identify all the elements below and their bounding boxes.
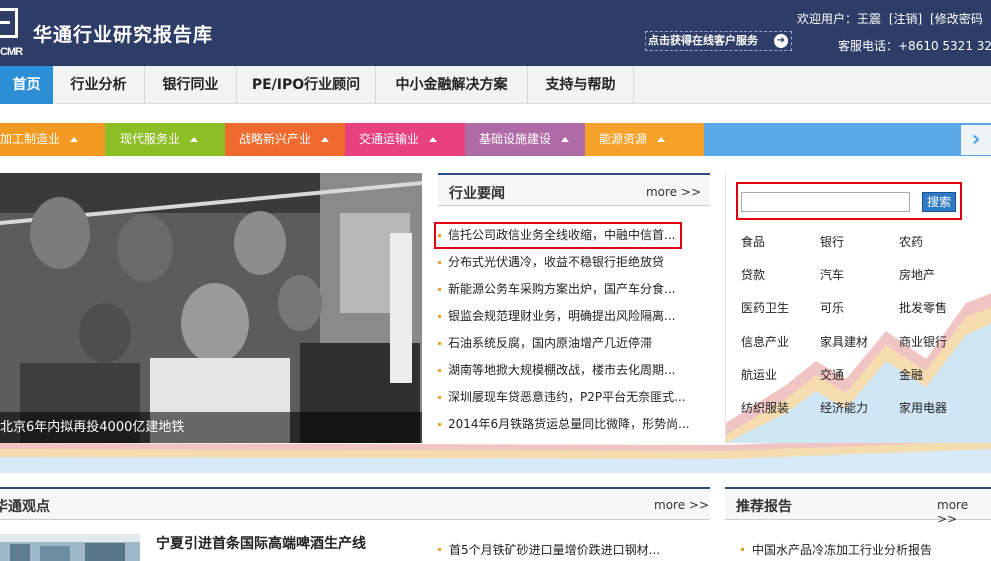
viewpoint-list-item[interactable]: 首5个月铁矿砂进口量增价跌进口钢材... xyxy=(438,541,660,558)
tag-link[interactable]: 商业银行 xyxy=(899,333,947,350)
service-phone: 客服电话：+8610 5321 325 xyxy=(838,39,991,53)
triangle-up-icon xyxy=(657,137,666,142)
nav-bank-peers[interactable]: 银行同业 xyxy=(145,66,237,104)
photo-caption[interactable]: 北京6年内拟再投4000亿建地铁 xyxy=(0,412,422,443)
news-item[interactable]: 湖南等地掀大规模棚改战，楼市去化周期... xyxy=(438,357,710,384)
category-services[interactable]: 现代服务业 xyxy=(105,123,225,156)
triangle-up-icon xyxy=(429,137,438,142)
news-item[interactable]: 新能源公务车采购方案出炉，国产车分食... xyxy=(438,276,710,303)
welcome-user: 欢迎用户：王震 xyxy=(797,12,882,26)
category-label: 战略新兴产业 xyxy=(239,132,312,146)
online-service-label: 点击获得在线客户服务 xyxy=(648,34,758,47)
logo-mark-icon xyxy=(0,8,18,38)
featured-photo[interactable] xyxy=(0,173,422,443)
triangle-up-icon xyxy=(321,137,330,142)
brewery-image xyxy=(0,534,140,561)
tag-link[interactable]: 家用电器 xyxy=(899,399,947,416)
search-button[interactable]: 搜索 xyxy=(922,192,956,212)
viewpoint-feature-title[interactable]: 宁夏引进首条国际高端啤酒生产线 xyxy=(156,533,366,553)
news-item[interactable]: 银监会规范理财业务，明确提出风险隔离... xyxy=(438,303,710,330)
news-title: 行业要闻 xyxy=(449,186,505,202)
online-service-button[interactable]: 点击获得在线客户服务 ➜ xyxy=(645,31,792,51)
news-item[interactable]: 石油系统反腐，国内原油增产几近停滞 xyxy=(438,330,710,357)
tag-link[interactable]: 农药 xyxy=(899,233,923,250)
tag-link[interactable]: 批发零售 xyxy=(899,299,947,316)
category-label: 交通运输业 xyxy=(359,132,420,146)
tag-link[interactable]: 航运业 xyxy=(741,366,777,383)
news-item[interactable]: 分布式光伏遇冷，收益不稳银行拒绝放贷 xyxy=(438,249,710,276)
ribbon-graphic xyxy=(0,443,991,473)
nav-pe-ipo[interactable]: PE/IPO行业顾问 xyxy=(237,66,376,104)
tag-link[interactable]: 银行 xyxy=(820,233,844,250)
site-logo[interactable]: CMR xyxy=(0,6,24,60)
nav-sme-finance[interactable]: 中小金融解决方案 xyxy=(376,66,528,104)
category-label: 加工制造业 xyxy=(0,132,61,146)
news-more-link[interactable]: more >> xyxy=(646,185,701,199)
category-label: 基础设施建设 xyxy=(479,132,552,146)
nav-support[interactable]: 支持与帮助 xyxy=(528,66,634,104)
nav-industry-analysis[interactable]: 行业分析 xyxy=(53,66,145,104)
recommend-list-item[interactable]: 中国水产品冷冻加工行业分析报告 xyxy=(741,541,932,558)
category-emerging[interactable]: 战略新兴产业 xyxy=(225,123,345,156)
tag-link[interactable]: 信息产业 xyxy=(741,333,789,350)
viewpoint-title: 华通观点 xyxy=(0,499,50,515)
triangle-up-icon xyxy=(190,137,199,142)
site-header: CMR 华通行业研究报告库 欢迎用户：王震 [注销] [修改密码 点击获得在线客… xyxy=(0,0,991,66)
news-list: 信托公司政信业务全线收缩，中融中信首... 分布式光伏遇冷，收益不稳银行拒绝放贷… xyxy=(438,222,710,438)
arrow-right-icon: ➜ xyxy=(774,34,788,48)
category-label: 现代服务业 xyxy=(120,132,181,146)
tag-link[interactable]: 家具建材 xyxy=(820,333,868,350)
category-transport[interactable]: 交通运输业 xyxy=(345,123,465,156)
tag-link[interactable]: 房地产 xyxy=(899,266,935,283)
viewpoint-thumbnail[interactable] xyxy=(0,534,140,561)
news-item[interactable]: 深圳屡现车贷恶意违约，P2P平台无奈匪式... xyxy=(438,384,710,411)
tag-link[interactable]: 食品 xyxy=(741,233,765,250)
category-label: 能源资源 xyxy=(599,132,648,146)
category-next-arrow-icon[interactable]: › xyxy=(961,125,991,155)
triangle-up-icon xyxy=(70,137,79,142)
decorative-ribbon xyxy=(0,443,991,473)
news-header: 行业要闻 more >> xyxy=(438,173,710,206)
tag-link[interactable]: 贷款 xyxy=(741,266,765,283)
logout-link[interactable]: [注销] xyxy=(889,12,922,26)
triangle-up-icon xyxy=(561,137,570,142)
recommend-title: 推荐报告 xyxy=(736,499,792,515)
tag-link[interactable]: 可乐 xyxy=(820,299,844,316)
recommend-header: 推荐报告 more >> xyxy=(725,487,991,526)
subway-crowd-image xyxy=(0,173,422,443)
tag-link[interactable]: 经济能力 xyxy=(820,399,868,416)
main-nav: 首页 行业分析 银行同业 PE/IPO行业顾问 中小金融解决方案 支持与帮助 xyxy=(0,66,991,104)
user-bar: 欢迎用户：王震 [注销] [修改密码 xyxy=(797,10,987,27)
tag-link[interactable]: 金融 xyxy=(899,366,923,383)
nav-home[interactable]: 首页 xyxy=(0,66,53,104)
news-item[interactable]: 2014年6月铁路货运总量同比微降，形势尚... xyxy=(438,411,710,438)
recommend-more-link[interactable]: more >> xyxy=(937,498,991,526)
viewpoint-more-link[interactable]: more >> xyxy=(654,498,709,512)
category-energy[interactable]: 能源资源 xyxy=(585,123,704,156)
tag-link[interactable]: 纺织服装 xyxy=(741,399,789,416)
viewpoint-header: 华通观点 more >> xyxy=(0,487,710,520)
change-password-link[interactable]: [修改密码 xyxy=(930,12,983,26)
category-manufacturing[interactable]: 加工制造业 xyxy=(0,123,105,156)
tag-link[interactable]: 交通 xyxy=(820,366,844,383)
news-highlight-box xyxy=(434,222,682,249)
search-input[interactable] xyxy=(741,192,910,212)
site-title: 华通行业研究报告库 xyxy=(33,24,214,46)
category-infrastructure[interactable]: 基础设施建设 xyxy=(465,123,585,156)
logo-abbr: CMR xyxy=(0,46,23,58)
tag-link[interactable]: 汽车 xyxy=(820,266,844,283)
category-bar: 加工制造业 现代服务业 战略新兴产业 交通运输业 基础设施建设 能源资源 xyxy=(0,123,991,156)
tag-link[interactable]: 医药卫生 xyxy=(741,299,789,316)
